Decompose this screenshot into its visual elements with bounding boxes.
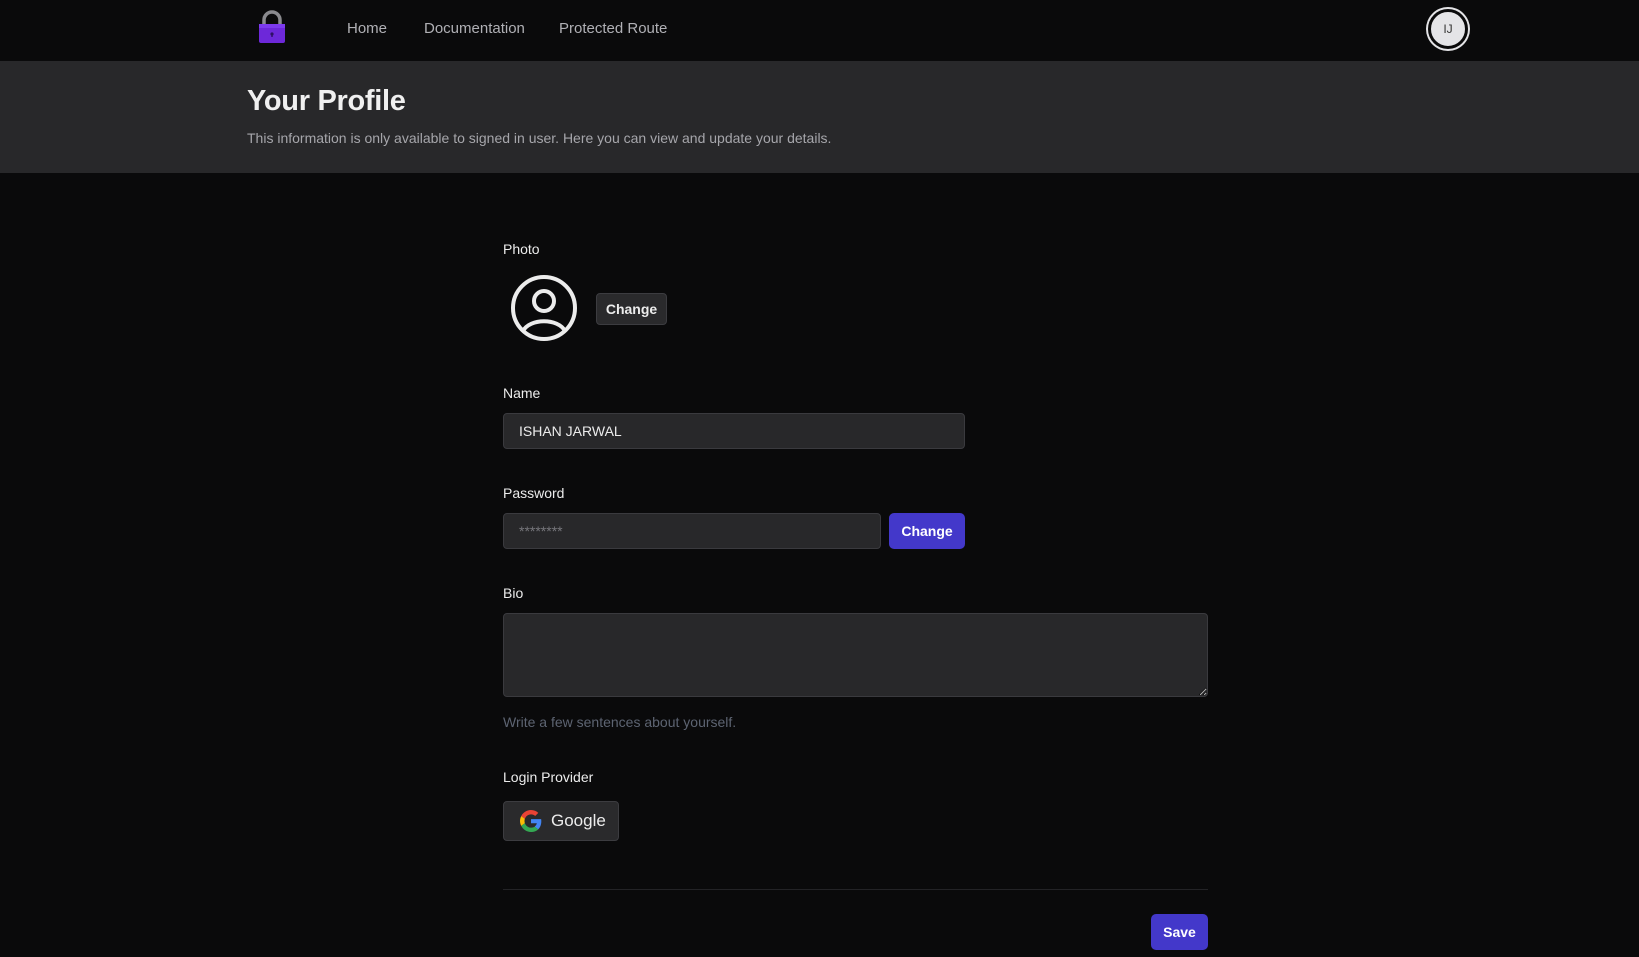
bio-label: Bio <box>503 585 524 601</box>
bio-textarea[interactable] <box>503 613 1208 697</box>
change-password-button[interactable]: Change <box>889 513 965 549</box>
user-circle-icon <box>510 274 578 342</box>
top-nav: Home Documentation Protected Route IJ <box>0 0 1639 61</box>
login-provider-name: Google <box>551 811 606 830</box>
page-header: Your Profile This information is only av… <box>0 61 1639 173</box>
nav-link-home[interactable]: Home <box>347 20 387 38</box>
user-avatar[interactable]: IJ <box>1428 9 1468 49</box>
name-label: Name <box>503 385 541 401</box>
lock-icon[interactable] <box>256 10 288 44</box>
nav-link-documentation[interactable]: Documentation <box>424 20 525 38</box>
nav-link-protected-route[interactable]: Protected Route <box>559 20 667 38</box>
change-photo-button[interactable]: Change <box>596 293 667 325</box>
bio-hint: Write a few sentences about yourself. <box>503 714 737 730</box>
name-input[interactable] <box>503 413 965 449</box>
login-provider-label: Login Provider <box>503 769 594 785</box>
password-label: Password <box>503 485 565 501</box>
photo-label: Photo <box>503 241 540 257</box>
page-title: Your Profile <box>247 85 406 117</box>
save-button[interactable]: Save <box>1151 914 1208 950</box>
password-input[interactable] <box>503 513 881 549</box>
avatar-initials: IJ <box>1443 22 1453 36</box>
form-divider <box>503 889 1208 890</box>
login-provider-badge: Google <box>503 801 619 841</box>
google-icon <box>520 810 542 832</box>
page-subtitle: This information is only available to si… <box>247 130 832 146</box>
